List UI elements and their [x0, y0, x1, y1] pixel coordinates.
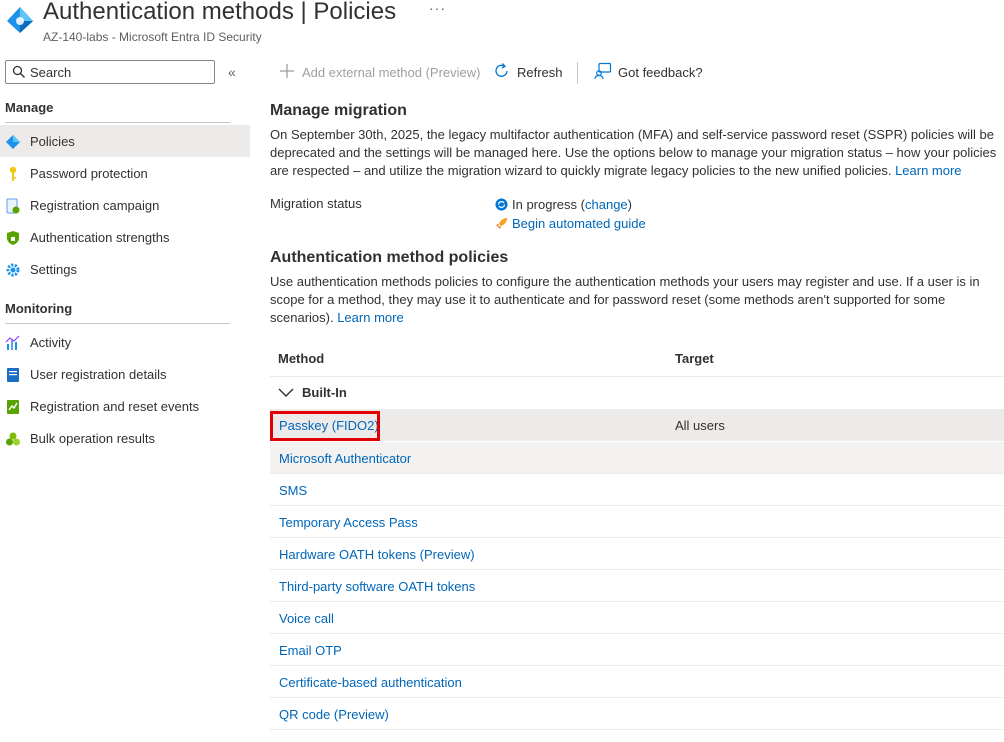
- shield-icon: [7, 231, 19, 245]
- command-bar: Add external method (Preview) Refresh Go…: [270, 56, 1004, 88]
- sidebar-item-password-protection[interactable]: Password protection: [0, 157, 250, 189]
- feedback-icon: [594, 62, 612, 80]
- page-title: Authentication methods | Policies: [43, 0, 397, 25]
- method-link[interactable]: Microsoft Authenticator: [279, 451, 411, 466]
- key-icon: [9, 166, 17, 181]
- bulk-icon: [6, 432, 20, 446]
- entra-app-icon: [7, 7, 33, 33]
- rocket-icon: [496, 218, 507, 229]
- divider: [270, 729, 1004, 730]
- chart-icon: [5, 335, 20, 350]
- divider: [5, 323, 230, 324]
- method-link[interactable]: Temporary Access Pass: [279, 515, 418, 530]
- sidebar-item-registration-campaign[interactable]: Registration campaign: [0, 189, 250, 221]
- migration-status-label: Migration status: [270, 196, 362, 211]
- collapse-sidebar-button[interactable]: «: [228, 64, 236, 80]
- page-header: Authentication methods | Policies ··· AZ…: [0, 0, 1004, 56]
- policies-description: Use authentication methods policies to c…: [270, 274, 980, 325]
- table-row[interactable]: Voice call: [270, 602, 1004, 634]
- toolbar-divider: [577, 62, 578, 84]
- chevron-down-icon: [278, 388, 294, 397]
- plus-icon: [280, 64, 294, 78]
- method-link[interactable]: Email OTP: [279, 643, 342, 658]
- details-icon: [7, 368, 19, 382]
- sidebar-item-settings[interactable]: Settings: [0, 253, 250, 285]
- sidebar-item-registration-reset-events[interactable]: Registration and reset events: [0, 390, 250, 422]
- method-link[interactable]: Passkey (FIDO2): [279, 418, 379, 433]
- monitoring-heading: Monitoring: [5, 301, 73, 316]
- begin-guide-row: Begin automated guide: [495, 216, 646, 231]
- table-row[interactable]: Third-party software OATH tokens: [270, 570, 1004, 602]
- begin-automated-guide-link[interactable]: Begin automated guide: [512, 216, 646, 231]
- migration-status-value: In progress (change): [495, 197, 632, 212]
- migration-description: On September 30th, 2025, the legacy mult…: [270, 127, 997, 178]
- table-row[interactable]: SMS: [270, 474, 1004, 506]
- table-row[interactable]: Hardware OATH tokens (Preview): [270, 538, 1004, 570]
- page-subtitle: AZ-140-labs - Microsoft Entra ID Securit…: [43, 30, 262, 44]
- manage-heading: Manage: [5, 100, 54, 115]
- method-link[interactable]: Certificate-based authentication: [279, 675, 462, 690]
- method-link[interactable]: QR code (Preview): [279, 707, 389, 722]
- gear-icon: [6, 263, 20, 277]
- change-status-link[interactable]: change: [585, 197, 628, 212]
- sidebar-item-policies[interactable]: Policies: [0, 125, 250, 157]
- sidebar-item-activity[interactable]: Activity: [0, 326, 250, 358]
- campaign-icon: [6, 198, 20, 214]
- table-row[interactable]: QR code (Preview): [270, 698, 1004, 730]
- sync-icon: [495, 198, 508, 211]
- table-row[interactable]: Microsoft Authenticator: [270, 442, 1004, 474]
- sidebar-item-user-registration-details[interactable]: User registration details: [0, 358, 250, 390]
- method-link[interactable]: Voice call: [279, 611, 334, 626]
- group-row-built-in[interactable]: Built-In: [270, 377, 1004, 409]
- divider: [5, 122, 230, 123]
- method-link[interactable]: Third-party software OATH tokens: [279, 579, 475, 594]
- policies-icon: [6, 135, 20, 149]
- target-cell: All users: [675, 418, 725, 433]
- method-link[interactable]: SMS: [279, 483, 307, 498]
- migration-learn-more-link[interactable]: Learn more: [895, 163, 961, 178]
- table-row[interactable]: Email OTP: [270, 634, 1004, 666]
- sidebar: « Manage Policies Password protection Re…: [0, 56, 255, 742]
- search-icon: [12, 65, 25, 78]
- column-header-target[interactable]: Target: [675, 351, 714, 366]
- table-row[interactable]: Passkey (FIDO2) All users: [270, 409, 1004, 441]
- manage-migration-heading: Manage migration: [270, 102, 407, 119]
- table-row[interactable]: Certificate-based authentication: [270, 666, 1004, 698]
- search-input[interactable]: [30, 63, 210, 81]
- sidebar-search[interactable]: [5, 60, 215, 84]
- table-row[interactable]: Temporary Access Pass: [270, 506, 1004, 538]
- method-link[interactable]: Hardware OATH tokens (Preview): [279, 547, 475, 562]
- policies-learn-more-link[interactable]: Learn more: [337, 310, 403, 325]
- sidebar-item-bulk-operation-results[interactable]: Bulk operation results: [0, 422, 250, 454]
- events-icon: [7, 400, 19, 414]
- more-options-button[interactable]: ···: [429, 0, 446, 16]
- auth-method-policies-heading: Authentication method policies: [270, 249, 509, 266]
- refresh-icon: [495, 63, 508, 77]
- sidebar-item-authentication-strengths[interactable]: Authentication strengths: [0, 221, 250, 253]
- column-header-method[interactable]: Method: [278, 351, 324, 366]
